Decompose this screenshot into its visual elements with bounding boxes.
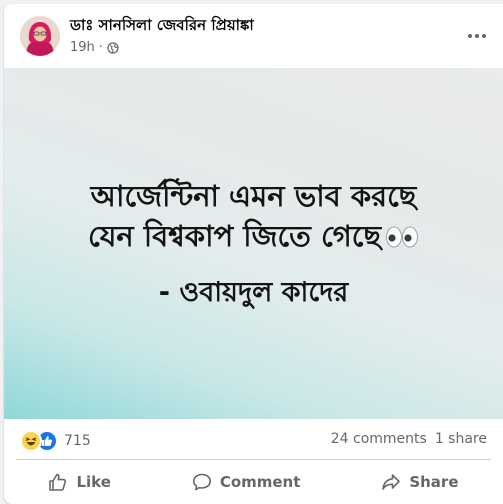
thumbs-up-icon [48,472,68,492]
comment-label: Comment [219,473,301,491]
comment-bubble-icon [192,472,212,492]
globe-icon[interactable] [107,41,119,54]
engagement-counts: 24 comments 1 share [331,431,487,447]
quote-line-1: আর্জেন্টিনা এমন ভাব করছে [90,179,417,213]
quote-line-2-text: যেন বিশ্বকাপ জিতে গেছে [87,219,382,253]
quote-line-2: যেন বিশ্বকাপ জিতে গেছে [4,216,503,258]
reactions-summary[interactable]: 715 [20,430,91,452]
meta-separator: · [98,40,103,55]
share-label: Share [409,473,459,491]
haha-reaction-icon [20,430,42,452]
post-card: ডাঃ সানসিলা জেবরিন প্রিয়াঙ্কা 19h · আর্… [4,4,503,504]
post-meta: 19h · [70,40,119,55]
actions-divider [16,459,491,460]
comments-count[interactable]: 24 comments [331,431,427,447]
post-stats: 715 24 comments 1 share [4,419,503,459]
share-button[interactable]: Share [363,466,476,498]
post-image[interactable]: আর্জেন্টিনা এমন ভাব করছে যেন বিশ্বকাপ জি… [4,68,503,419]
post-time[interactable]: 19h [70,40,95,55]
avatar[interactable] [20,16,60,56]
eyes-emoji-icon [385,218,419,258]
comment-button[interactable]: Comment [174,466,319,498]
like-button[interactable]: Like [30,466,128,498]
share-arrow-icon [381,472,401,492]
post-actions: Like Comment Share [8,463,499,501]
quote-text: আর্জেন্টিনা এমন ভাব করছে যেন বিশ্বকাপ জি… [4,176,503,258]
reaction-count: 715 [64,433,91,449]
post-header: ডাঃ সানসিলা জেবরিন প্রিয়াঙ্কা 19h · [4,4,503,66]
like-label: Like [76,473,111,491]
more-options-icon[interactable] [465,26,489,46]
quote-attribution: - ওবায়দুল কাদের [158,277,349,308]
author-name[interactable]: ডাঃ সানসিলা জেবরিন প্রিয়াঙ্কা [70,14,254,39]
shares-count[interactable]: 1 share [435,431,487,447]
